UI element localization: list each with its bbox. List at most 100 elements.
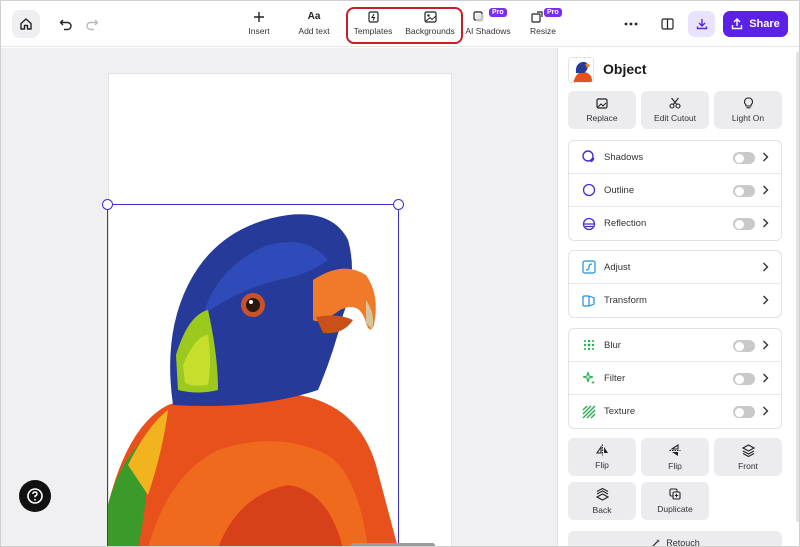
- tool-label: Insert: [248, 26, 270, 36]
- retouch-label: Retouch: [666, 538, 700, 547]
- chevron-right-icon[interactable]: [759, 372, 771, 384]
- help-question-icon: [27, 488, 43, 504]
- undo-button[interactable]: [56, 14, 76, 34]
- download-button[interactable]: [688, 11, 715, 37]
- duplicate-button[interactable]: Duplicate: [641, 482, 709, 520]
- insert-tool[interactable]: Insert: [244, 9, 274, 41]
- sparkle-icon: [582, 371, 595, 385]
- resize-handle-top-right[interactable]: [393, 199, 404, 210]
- object-thumbnail: [568, 57, 594, 83]
- duplicate-icon: [669, 488, 681, 500]
- home-icon: [20, 18, 32, 30]
- ai-shadows-tool[interactable]: Pro AI Shadows: [465, 8, 511, 41]
- more-options-button[interactable]: [621, 14, 641, 34]
- replace-image-icon: [596, 97, 608, 109]
- flip-horizontal-button[interactable]: Flip: [568, 438, 636, 476]
- blur-row[interactable]: Blur: [569, 329, 781, 362]
- canvas-area[interactable]: [1, 48, 557, 546]
- shadow-icon: [582, 150, 595, 163]
- flip-vertical-label: Flip: [668, 460, 682, 471]
- texture-label: Texture: [604, 406, 636, 417]
- bring-front-button[interactable]: Front: [714, 438, 782, 476]
- send-back-icon: [595, 487, 609, 501]
- light-on-button[interactable]: Light On: [714, 91, 782, 129]
- outline-row[interactable]: Outline: [569, 174, 781, 207]
- share-button[interactable]: Share: [723, 11, 788, 37]
- redo-button[interactable]: [82, 14, 102, 34]
- download-icon: [696, 19, 707, 30]
- chevron-right-icon[interactable]: [759, 184, 771, 196]
- outline-label: Outline: [604, 184, 635, 196]
- pro-badge: Pro: [489, 8, 507, 17]
- text-aa-icon: Aa: [307, 11, 321, 22]
- texture-toggle[interactable]: [733, 406, 755, 418]
- retouch-button[interactable]: Retouch: [568, 531, 782, 547]
- resize-handle-top-left[interactable]: [102, 199, 113, 210]
- replace-label: Replace: [586, 112, 618, 123]
- flip-horizontal-label: Flip: [595, 460, 609, 470]
- chevron-right-icon[interactable]: [759, 151, 771, 163]
- ai-shadow-icon: [473, 10, 484, 22]
- duplicate-label: Duplicate: [657, 504, 693, 514]
- light-on-label: Light On: [731, 113, 765, 123]
- adjustments-group: Adjust Transform: [568, 250, 782, 318]
- adjust-row[interactable]: Adjust: [569, 251, 781, 284]
- reflection-toggle[interactable]: [733, 218, 755, 230]
- pro-badge: Pro: [544, 8, 562, 17]
- bring-front-label: Front: [738, 460, 758, 471]
- chevron-right-icon[interactable]: [759, 217, 771, 229]
- blur-label: Blur: [604, 339, 621, 351]
- texture-icon: [582, 405, 596, 418]
- shadows-label: Shadows: [604, 151, 644, 163]
- highlight-annotation: [346, 7, 463, 44]
- transform-label: Transform: [604, 295, 647, 306]
- undo-icon: [59, 19, 72, 31]
- reflection-row[interactable]: Reflection: [569, 207, 781, 240]
- replace-button[interactable]: Replace: [568, 91, 636, 129]
- selection-box[interactable]: [107, 204, 399, 546]
- outline-toggle[interactable]: [733, 185, 755, 197]
- resize-tool[interactable]: Pro Resize: [525, 8, 562, 41]
- chevron-right-icon[interactable]: [759, 339, 771, 351]
- edit-cutout-button[interactable]: Edit Cutout: [641, 91, 709, 129]
- horizontal-scrollbar[interactable]: [351, 543, 435, 546]
- panel-scrollbar[interactable]: [796, 52, 799, 522]
- resize-icon: [531, 10, 543, 23]
- chevron-right-icon[interactable]: [759, 294, 771, 306]
- object-properties-panel: Object Replace Edit Cutout Light On Shad…: [557, 48, 799, 547]
- filters-group: Blur Filter Texture: [568, 328, 782, 429]
- send-back-label: Back: [592, 504, 612, 515]
- toggle-panel-button[interactable]: [657, 14, 677, 34]
- more-horizontal-icon: [624, 22, 638, 26]
- shadows-row[interactable]: Shadows: [569, 141, 781, 174]
- share-label: Share: [749, 18, 780, 30]
- scissors-icon: [669, 97, 681, 109]
- tool-label: Resize: [530, 26, 556, 36]
- home-button[interactable]: [12, 10, 40, 38]
- filter-toggle[interactable]: [733, 373, 755, 385]
- blur-toggle[interactable]: [733, 340, 755, 352]
- tool-label: AI Shadows: [465, 26, 511, 36]
- help-button[interactable]: [19, 480, 51, 512]
- shadows-toggle[interactable]: [733, 152, 755, 164]
- transform-icon: [582, 294, 595, 307]
- filter-label: Filter: [604, 372, 626, 384]
- flip-vertical-button[interactable]: Flip: [641, 438, 709, 476]
- texture-row[interactable]: Texture: [569, 395, 781, 428]
- send-back-button[interactable]: Back: [568, 482, 636, 520]
- flip-vertical-icon: [669, 443, 681, 456]
- reflection-icon: [582, 217, 596, 230]
- filter-row[interactable]: Filter: [569, 362, 781, 395]
- share-upload-icon: [732, 18, 743, 30]
- lightbulb-icon: [743, 97, 753, 109]
- adjust-icon: [582, 260, 596, 274]
- flip-horizontal-icon: [595, 444, 608, 456]
- panel-title: Object: [603, 61, 647, 77]
- chevron-right-icon[interactable]: [759, 405, 771, 417]
- redo-icon: [86, 19, 99, 31]
- add-text-tool[interactable]: Aa Add text: [297, 9, 331, 41]
- chevron-right-icon[interactable]: [759, 261, 771, 273]
- adjust-label: Adjust: [604, 261, 631, 273]
- transform-row[interactable]: Transform: [569, 284, 781, 317]
- effects-group: Shadows Outline Reflection: [568, 140, 782, 241]
